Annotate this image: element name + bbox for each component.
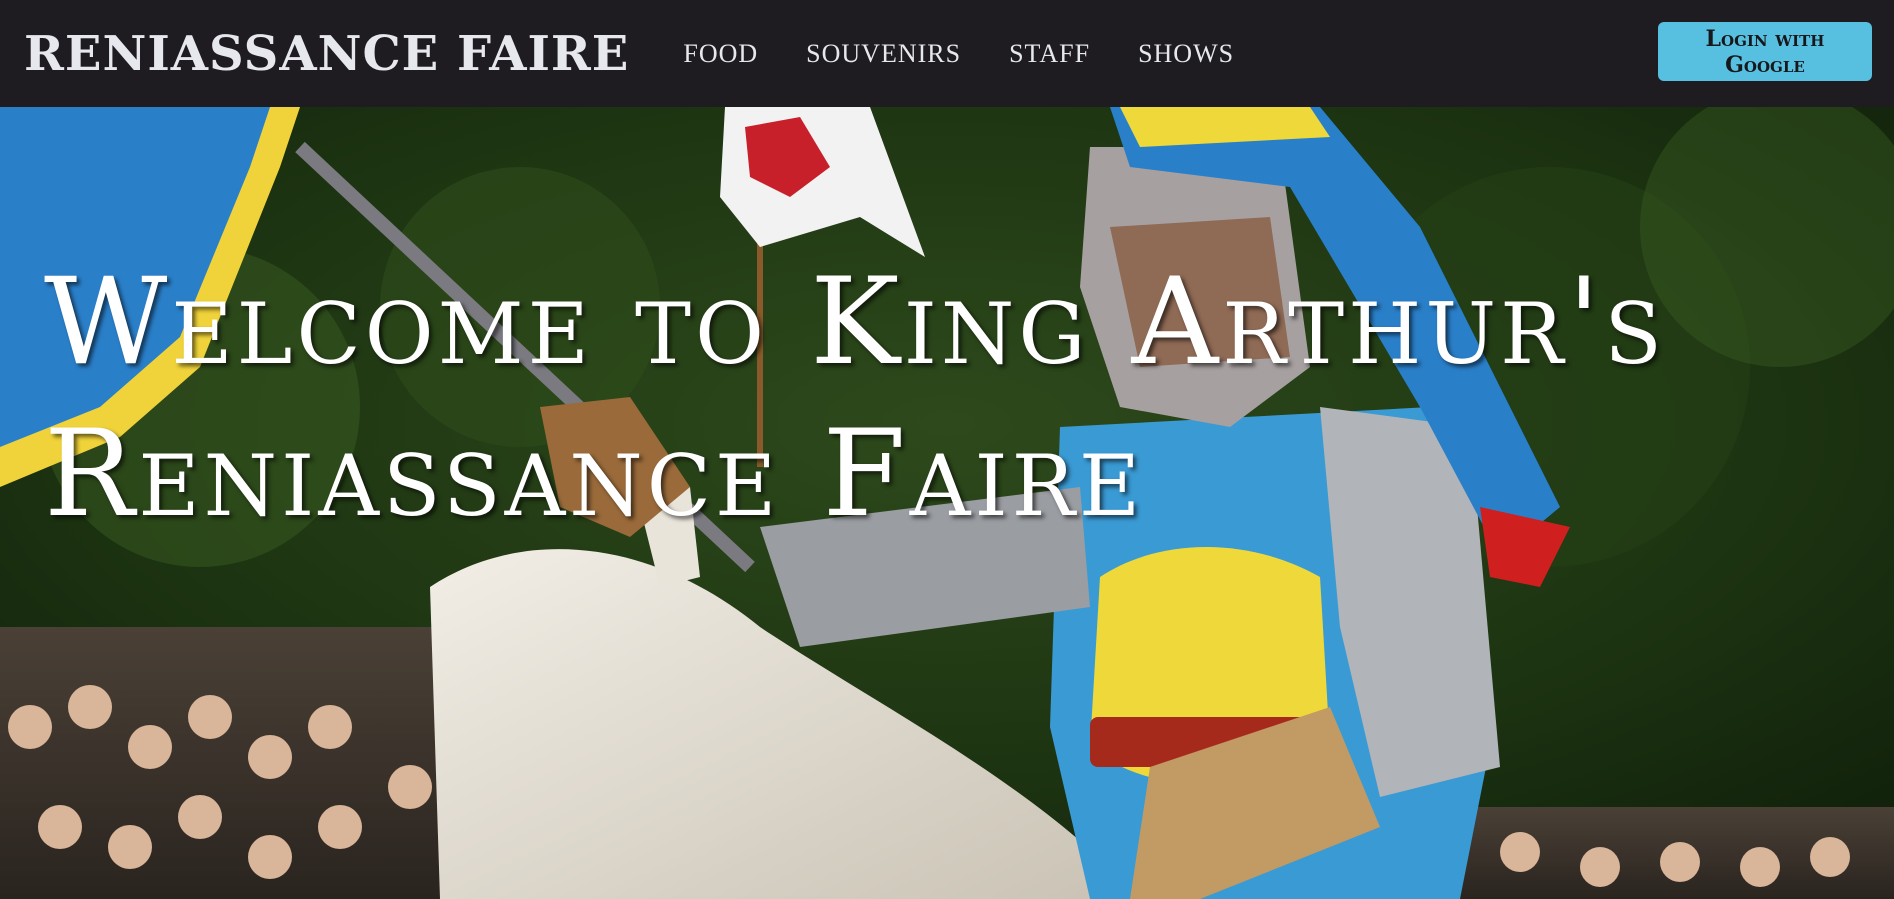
- nav-item-souvenirs[interactable]: SOUVENIRS: [806, 39, 961, 69]
- login-with-google-button[interactable]: Login with Google: [1658, 22, 1872, 81]
- hero-section: Welcome to King Arthur's Reniassance Fai…: [0, 107, 1894, 899]
- navbar: RENIASSANCE FAIRE FOOD SOUVENIRS STAFF S…: [0, 0, 1894, 107]
- nav-item-staff[interactable]: STAFF: [1009, 39, 1090, 69]
- nav-links: FOOD SOUVENIRS STAFF SHOWS: [659, 39, 1258, 69]
- nav-item-food[interactable]: FOOD: [683, 39, 758, 69]
- hero-title: Welcome to King Arthur's Reniassance Fai…: [44, 253, 1666, 544]
- nav-item-shows[interactable]: SHOWS: [1138, 39, 1234, 69]
- brand-title[interactable]: RENIASSANCE FAIRE: [24, 26, 629, 82]
